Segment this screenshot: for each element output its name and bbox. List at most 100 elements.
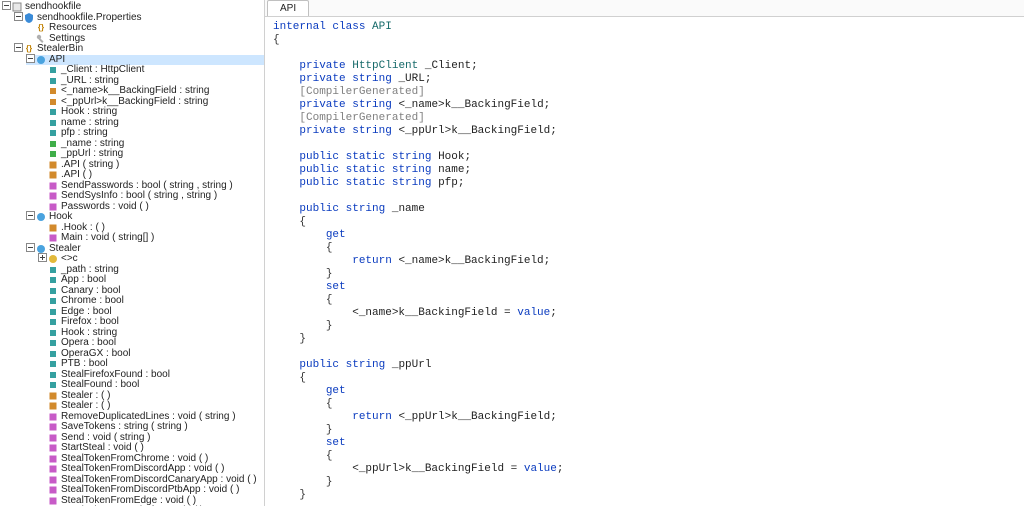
app-root: sendhookfilesendhookfile.Properties{}Res… xyxy=(0,0,1024,506)
node-resources-icon: {} xyxy=(35,23,47,33)
collapse-twister-icon[interactable] xyxy=(26,243,35,256)
api-member-1-icon xyxy=(47,76,59,86)
expand-twister-icon[interactable] xyxy=(38,253,47,266)
stealer-member-5[interactable]: Firefox : bool xyxy=(38,317,264,328)
code-pane: API internal class API { private HttpCli… xyxy=(265,0,1024,506)
stealer-member-13[interactable]: Stealer : ( ) xyxy=(38,401,264,412)
api-member-0-icon xyxy=(47,65,59,75)
stealer-member-19-icon xyxy=(47,464,59,474)
hook-ctor-icon xyxy=(47,223,59,233)
api-member-8-label: _ppUrl : string xyxy=(61,149,123,160)
code-view[interactable]: internal class API { private HttpClient … xyxy=(265,17,1024,506)
api-member-8[interactable]: _ppUrl : string xyxy=(38,149,264,160)
api-member-12-label: SendSysInfo : bool ( string , string ) xyxy=(61,191,217,202)
stealer-member-8-icon xyxy=(47,349,59,359)
stealer-member-21-icon xyxy=(47,485,59,495)
api-member-11-icon xyxy=(47,181,59,191)
api-member-6[interactable]: pfp : string xyxy=(38,128,264,139)
api-member-0[interactable]: _Client : HttpClient xyxy=(38,65,264,76)
stealer-member-15[interactable]: SaveTokens : string ( string ) xyxy=(38,422,264,433)
api-member-12-icon xyxy=(47,191,59,201)
node-cc-icon xyxy=(47,254,59,264)
stealer-member-9-label: PTB : bool xyxy=(61,359,108,370)
stealer-member-21[interactable]: StealTokenFromDiscordPtbApp : void ( ) xyxy=(38,485,264,496)
stealer-member-1-label: App : bool xyxy=(61,275,106,286)
stealer-member-5-icon xyxy=(47,317,59,327)
collapse-twister-icon[interactable] xyxy=(26,211,35,224)
stealer-member-18-icon xyxy=(47,454,59,464)
node-hook-label: Hook xyxy=(49,212,72,223)
stealer-member-10-icon xyxy=(47,370,59,380)
tree: sendhookfilesendhookfile.Properties{}Res… xyxy=(0,2,264,506)
api-member-2-label: <_name>k__BackingField : string xyxy=(61,86,209,97)
stealer-member-11-icon xyxy=(47,380,59,390)
stealer-member-0-icon xyxy=(47,265,59,275)
stealer-member-9[interactable]: PTB : bool xyxy=(38,359,264,370)
stealer-member-7[interactable]: Opera : bool xyxy=(38,338,264,349)
collapse-twister-icon[interactable] xyxy=(14,12,23,25)
api-member-10[interactable]: .API ( ) xyxy=(38,170,264,181)
hook-main-icon xyxy=(47,233,59,243)
api-member-6-label: pfp : string xyxy=(61,128,108,139)
api-member-8-icon xyxy=(47,149,59,159)
stealer-member-3-icon xyxy=(47,296,59,306)
stealer-member-7-label: Opera : bool xyxy=(61,338,116,349)
stealer-member-13-label: Stealer : ( ) xyxy=(61,401,110,412)
api-member-4-icon xyxy=(47,107,59,117)
node-api-icon xyxy=(35,55,47,65)
node-stealerbin[interactable]: {}StealerBin xyxy=(14,44,264,55)
api-member-3-icon xyxy=(47,97,59,107)
stealer-member-3[interactable]: Chrome : bool xyxy=(38,296,264,307)
stealer-member-17-label: StartSteal : void ( ) xyxy=(61,443,144,454)
stealer-member-19-label: StealTokenFromDiscordApp : void ( ) xyxy=(61,464,224,475)
stealer-member-21-label: StealTokenFromDiscordPtbApp : void ( ) xyxy=(61,485,239,496)
code-tab-api[interactable]: API xyxy=(267,0,309,16)
api-member-7-icon xyxy=(47,139,59,149)
stealer-member-1[interactable]: App : bool xyxy=(38,275,264,286)
stealer-member-9-icon xyxy=(47,359,59,369)
stealer-member-12-icon xyxy=(47,391,59,401)
api-member-13-label: Passwords : void ( ) xyxy=(61,202,149,213)
node-hook[interactable]: Hook xyxy=(26,212,264,223)
stealer-member-1-icon xyxy=(47,275,59,285)
api-member-2[interactable]: <_name>k__BackingField : string xyxy=(38,86,264,97)
api-member-9-icon xyxy=(47,160,59,170)
api-member-5-icon xyxy=(47,118,59,128)
api-member-0-label: _Client : HttpClient xyxy=(61,65,144,76)
node-cc[interactable]: <>c xyxy=(38,254,264,265)
api-member-4-label: Hook : string xyxy=(61,107,117,118)
api-member-2-icon xyxy=(47,86,59,96)
stealer-member-22-icon xyxy=(47,496,59,506)
node-properties-icon xyxy=(23,13,35,23)
stealer-member-19[interactable]: StealTokenFromDiscordApp : void ( ) xyxy=(38,464,264,475)
node-sendhookfile-label: sendhookfile xyxy=(25,2,81,13)
stealer-member-13-icon xyxy=(47,401,59,411)
stealer-member-16-icon xyxy=(47,433,59,443)
api-member-6-icon xyxy=(47,128,59,138)
collapse-twister-icon[interactable] xyxy=(26,54,35,67)
collapse-twister-icon[interactable] xyxy=(2,1,11,14)
stealer-member-3-label: Chrome : bool xyxy=(61,296,124,307)
stealer-member-5-label: Firefox : bool xyxy=(61,317,119,328)
stealer-member-14-icon xyxy=(47,412,59,422)
api-member-12[interactable]: SendSysInfo : bool ( string , string ) xyxy=(38,191,264,202)
hook-main[interactable]: Main : void ( string[] ) xyxy=(38,233,264,244)
stealer-member-20-icon xyxy=(47,475,59,485)
api-member-10-label: .API ( ) xyxy=(61,170,92,181)
node-hook-icon xyxy=(35,212,47,222)
node-cc-label: <>c xyxy=(61,254,78,265)
node-stealerbin-label: StealerBin xyxy=(37,44,83,55)
stealer-member-11[interactable]: StealFound : bool xyxy=(38,380,264,391)
stealer-member-17-icon xyxy=(47,443,59,453)
collapse-twister-icon[interactable] xyxy=(14,43,23,56)
stealer-member-4-icon xyxy=(47,307,59,317)
assembly-explorer[interactable]: sendhookfilesendhookfile.Properties{}Res… xyxy=(0,0,265,506)
node-resources-label: Resources xyxy=(49,23,97,34)
stealer-member-6-icon xyxy=(47,328,59,338)
stealer-member-2-icon xyxy=(47,286,59,296)
node-sendhookfile[interactable]: sendhookfile xyxy=(2,2,264,13)
stealer-member-17[interactable]: StartSteal : void ( ) xyxy=(38,443,264,454)
stealer-member-15-icon xyxy=(47,422,59,432)
api-member-4[interactable]: Hook : string xyxy=(38,107,264,118)
node-resources[interactable]: {}Resources xyxy=(26,23,264,34)
